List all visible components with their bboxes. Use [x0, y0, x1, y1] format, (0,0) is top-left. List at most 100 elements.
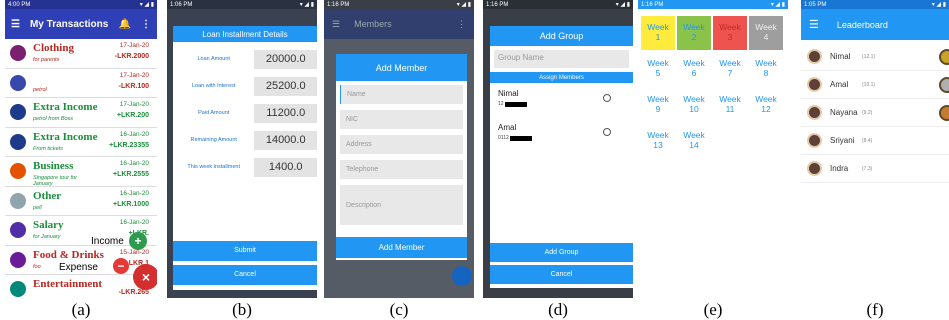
menu-icon[interactable]: ☰: [11, 19, 20, 30]
week-label: Week: [719, 58, 741, 68]
week-label: Week: [755, 22, 777, 32]
transaction-row[interactable]: Clothing for parents 17-Jan-20 -LKR.2000: [5, 39, 157, 69]
week-tile[interactable]: Week 5: [641, 52, 675, 86]
week-tile[interactable]: Week 9: [641, 88, 675, 122]
submit-button[interactable]: Submit: [173, 241, 317, 261]
member-field-telephone[interactable]: Telephone: [340, 160, 463, 179]
week-tile[interactable]: Week 7: [713, 52, 747, 86]
leaderboard-row[interactable]: Sriyani (8.4): [801, 127, 949, 155]
week-tile[interactable]: Week 3: [713, 16, 747, 50]
week-tile[interactable]: Week 4: [749, 16, 783, 50]
notification-icon[interactable]: 🔔: [119, 19, 131, 30]
loan-value: 20000.0: [254, 49, 317, 69]
transaction-amount: +LKR.2555: [113, 171, 149, 178]
transaction-name: Extra Income: [33, 101, 98, 113]
transaction-date: 17-Jan-20: [119, 71, 149, 79]
member-phone-prefix: 0112: [498, 135, 509, 141]
member-option[interactable]: Nimal 12: [490, 83, 633, 117]
menu-icon[interactable]: ☰: [809, 18, 819, 31]
week-tile[interactable]: Week 14: [677, 124, 711, 158]
category-icon: [10, 281, 26, 298]
transaction-name: Other: [33, 189, 62, 202]
member-field-description[interactable]: Description: [340, 185, 463, 225]
transaction-row[interactable]: Other pell 16-Jan-20 +LKR.1000: [5, 186, 157, 216]
add-group-button[interactable]: Add Group: [490, 243, 633, 262]
week-number: 11: [725, 104, 735, 114]
add-income-button[interactable]: +: [129, 232, 147, 250]
add-expense-button[interactable]: −: [113, 258, 129, 274]
member-option[interactable]: Amal 0112: [490, 117, 633, 151]
week-label: Week: [647, 22, 669, 32]
screen-weeks: 1:16 PM ▾ ◢ ▮ Week 1 Week 2 Week 3 Week 4 Week 5 We…: [638, 0, 788, 298]
leaderboard-row[interactable]: Indra (7.3): [801, 155, 949, 183]
week-tile[interactable]: Week 12: [749, 88, 783, 122]
status-bar: 1:06 PM ▾ ◢ ▮: [167, 0, 317, 9]
transaction-row[interactable]: Business Singapore tour for January 16-Jan…: [5, 157, 157, 187]
transaction-note: petrol from Boss: [33, 116, 74, 122]
transaction-row[interactable]: Extra Income petrol from Boss 17-Jan-20 +LK…: [5, 98, 157, 128]
week-label: Week: [683, 22, 705, 32]
avatar: [807, 133, 822, 148]
add-member-button[interactable]: Add Member: [336, 237, 467, 258]
caption-f: (f): [866, 300, 884, 319]
close-fab-button[interactable]: ×: [133, 264, 157, 290]
member-phone-prefix: 12: [498, 101, 504, 107]
member-field-nic[interactable]: NIC: [340, 110, 463, 129]
transaction-amount: +LKR.200: [116, 112, 149, 119]
transaction-name: Extra Income: [33, 130, 98, 143]
leaderboard-row[interactable]: Nayana (9.2): [801, 99, 949, 127]
loan-label: Loan Amount: [197, 56, 230, 62]
transaction-date: 17-Jan-20: [119, 42, 149, 49]
group-name-input[interactable]: Group Name: [494, 50, 629, 68]
transaction-date: 16-Jan-20: [119, 160, 149, 167]
transaction-name: Business: [33, 160, 74, 172]
week-number: 3: [727, 32, 733, 42]
transaction-amount: +LKR.1000: [113, 200, 149, 208]
week-tile[interactable]: Week 10: [677, 88, 711, 122]
player-name: Sriyani: [830, 136, 855, 145]
week-label: Week: [719, 22, 741, 32]
radio-button[interactable]: [603, 128, 611, 136]
member-field-name[interactable]: Name: [340, 85, 463, 104]
week-tile[interactable]: Week 13: [641, 124, 675, 158]
week-tile[interactable]: Week 2: [677, 16, 711, 50]
more-icon[interactable]: ⋮: [457, 19, 466, 30]
week-label: Week: [683, 58, 705, 68]
transaction-name: Clothing: [33, 42, 74, 54]
transaction-row[interactable]: petrol 17-Jan-20 -LKR.100: [5, 68, 157, 98]
loan-rows: Loan Amount 20000.0 Loan with Interest 2520…: [173, 42, 317, 179]
transaction-row[interactable]: Extra Income From tickets 16-Jan-20 +LKR.23…: [5, 127, 157, 157]
week-tile[interactable]: Week 8: [749, 52, 783, 86]
transaction-amount: -LKR.265: [118, 289, 149, 296]
transaction-note: From tickets: [33, 145, 63, 152]
add-group-dialog: Add Group Group Name Assign Members Nima…: [490, 26, 633, 288]
transaction-name: Food & Drinks: [33, 248, 104, 261]
week-tile[interactable]: Week 6: [677, 52, 711, 86]
cancel-button[interactable]: Cancel: [490, 265, 633, 284]
member-field-address[interactable]: Address: [340, 135, 463, 154]
leaderboard-row[interactable]: Nimal (12.1): [801, 43, 949, 71]
transaction-name: Entertainment: [33, 278, 103, 290]
transaction-note: Singapore tour for January: [33, 175, 78, 187]
week-tile[interactable]: Week 11: [713, 88, 747, 122]
cancel-button[interactable]: Cancel: [173, 265, 317, 285]
player-name: Nimal: [830, 52, 851, 61]
more-icon[interactable]: ⋮: [141, 19, 151, 30]
caption-d: (d): [548, 300, 568, 319]
radio-button[interactable]: [603, 94, 611, 102]
week-number: 10: [689, 104, 699, 114]
transaction-note: for parents: [33, 57, 60, 63]
transaction-name: Salary: [33, 219, 64, 231]
page-title: Leaderboard: [836, 19, 888, 30]
week-tile[interactable]: Week 1: [641, 16, 675, 50]
expense-label: Expense: [59, 262, 98, 273]
fab-button[interactable]: [452, 266, 472, 286]
leaderboard-row[interactable]: Amal (10.1): [801, 71, 949, 99]
menu-icon[interactable]: ☰: [332, 19, 340, 30]
loan-row: Loan with Interest 25200.0: [173, 74, 317, 98]
transaction-date: 16-Jan-20: [119, 130, 149, 138]
caption-c: (c): [389, 300, 409, 319]
loan-dialog: Loan Installment Details Loan Amount 2000…: [173, 26, 317, 290]
week-number: 7: [727, 68, 733, 78]
dialog-title: Loan Installment Details: [173, 26, 317, 42]
